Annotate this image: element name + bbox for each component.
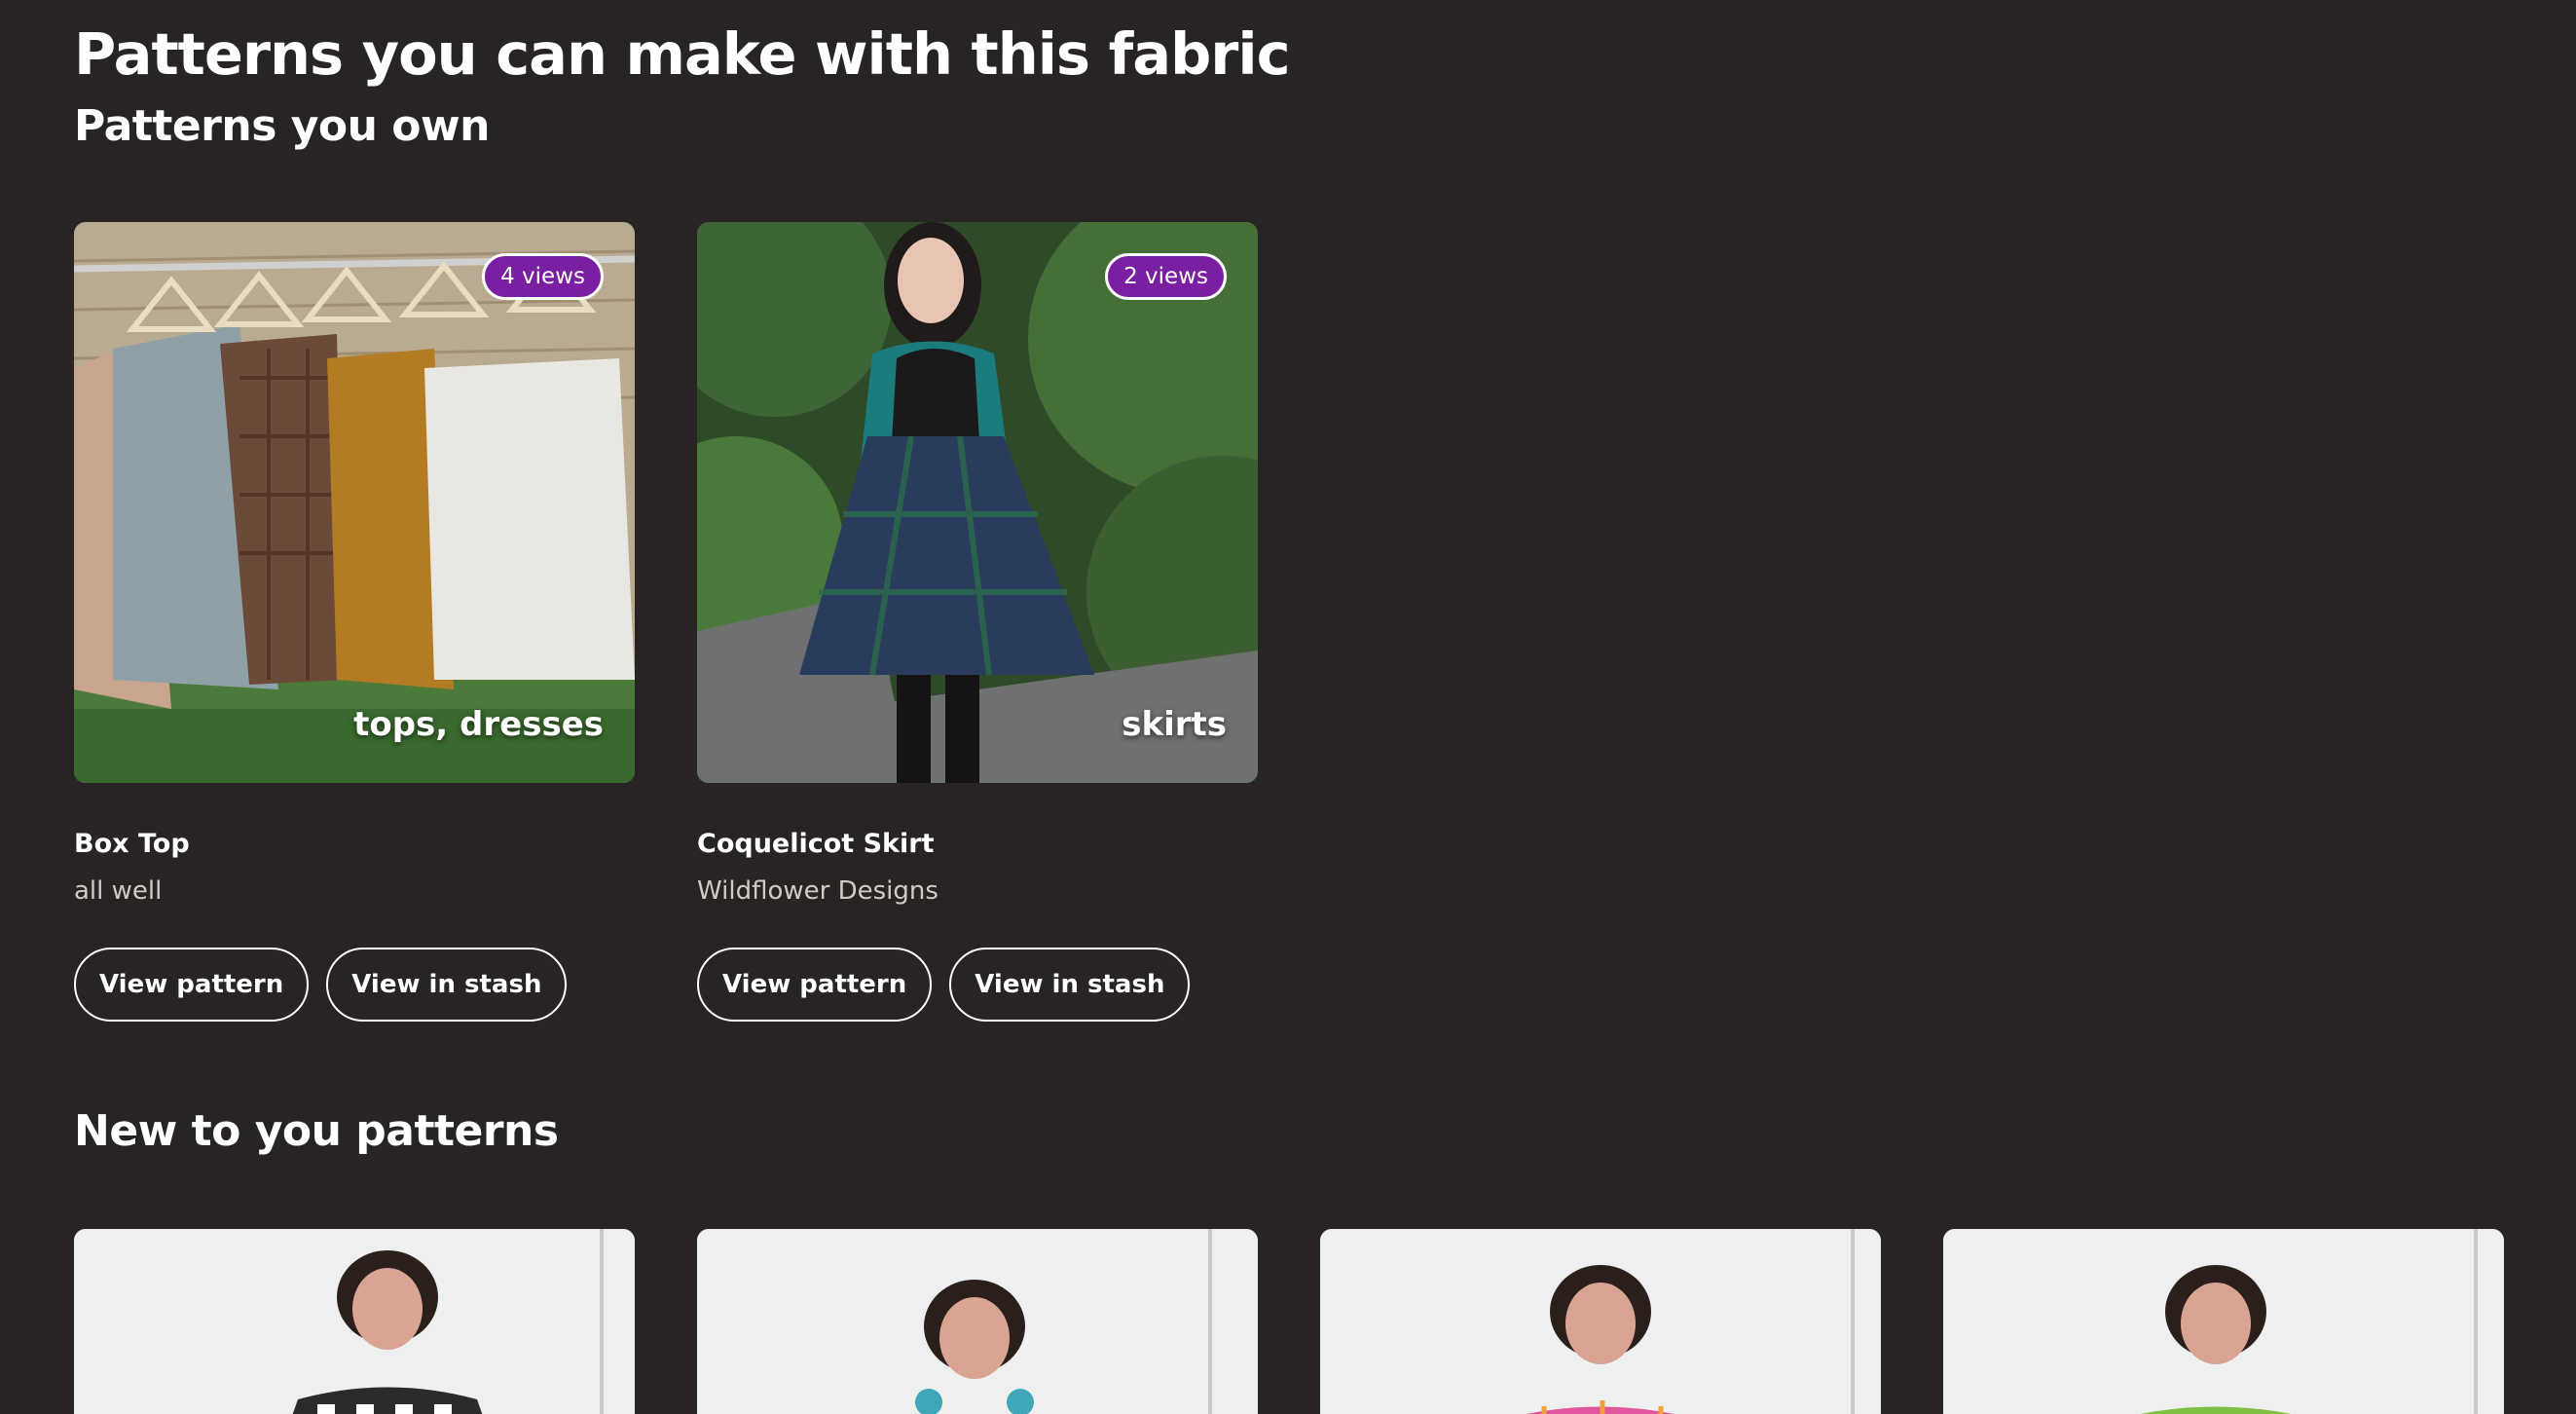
views-badge: 2 views [1105,253,1227,300]
pattern-image[interactable]: 2 views skirts [697,222,1258,783]
views-badge: 4 views [482,253,604,300]
new-pattern-image[interactable] [1943,1229,2504,1414]
view-pattern-button[interactable]: View pattern [697,948,933,1022]
page: Patterns you can make with this fabric P… [0,0,2576,1414]
view-in-stash-button[interactable]: View in stash [949,948,1191,1022]
category-label: tops, dresses [353,705,604,744]
page-title: Patterns you can make with this fabric [74,20,1291,88]
pattern-designer[interactable]: Wildflower Designs [697,874,1258,909]
card-actions: View pattern View in stash [697,948,1258,1022]
pattern-name[interactable]: Coquelicot Skirt [697,827,1258,862]
pattern-name[interactable]: Box Top [74,827,635,862]
pattern-card-box-top: 4 views tops, dresses Box Top all well V… [74,222,635,1022]
category-label: skirts [1122,705,1227,744]
new-patterns-heading: New to you patterns [74,1106,559,1156]
model-green-print-top-photo-icon [1943,1229,2504,1414]
new-pattern-image[interactable] [697,1229,1258,1414]
view-in-stash-button[interactable]: View in stash [326,948,568,1022]
pattern-image[interactable]: 4 views tops, dresses [74,222,635,783]
pattern-designer[interactable]: all well [74,874,635,909]
model-striped-top-photo-icon [697,1229,1258,1414]
hanging-tops-photo-icon [74,222,635,783]
new-pattern-image[interactable] [74,1229,635,1414]
skirt-model-photo-icon [697,222,1258,783]
model-pink-check-top-photo-icon [1320,1229,1881,1414]
pattern-card-coquelicot-skirt: 2 views skirts Coquelicot Skirt Wildflow… [697,222,1258,1022]
new-pattern-image[interactable] [1320,1229,1881,1414]
owned-patterns-heading: Patterns you own [74,101,490,151]
view-pattern-button[interactable]: View pattern [74,948,310,1022]
model-gingham-top-photo-icon [74,1229,635,1414]
card-actions: View pattern View in stash [74,948,635,1022]
